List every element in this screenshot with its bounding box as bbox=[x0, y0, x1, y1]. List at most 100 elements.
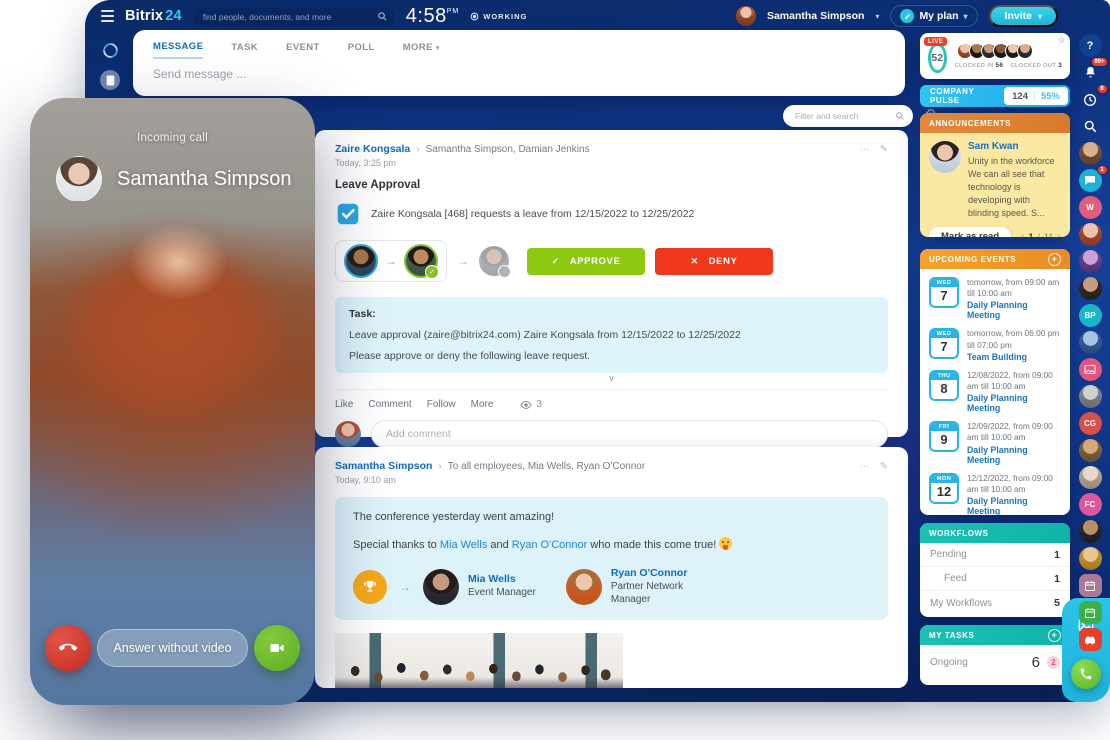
edit-pencil-icon[interactable]: ✎ bbox=[880, 461, 888, 472]
post-timestamp: Today, 3:25 pm bbox=[335, 158, 888, 168]
avatar-initials[interactable]: CG bbox=[1079, 412, 1102, 435]
pulse-spinner-icon[interactable] bbox=[100, 40, 120, 60]
workflows-widget: WORKFLOWS Pending 1 Feed 1 My Workflows … bbox=[920, 523, 1070, 617]
mention-link[interactable]: Ryan O'Connor bbox=[512, 539, 587, 551]
event-item[interactable]: FRI 9 12/09/2022, from 09:00 am till 10:… bbox=[920, 413, 1070, 464]
mark-as-read-button[interactable]: Mark as read bbox=[929, 227, 1011, 237]
comment-button[interactable]: Comment bbox=[368, 399, 411, 410]
event-title[interactable]: Daily Planning Meeting bbox=[967, 300, 1061, 320]
tab-event[interactable]: EVENT bbox=[286, 42, 320, 58]
workflow-row-pending[interactable]: Pending 1 bbox=[920, 543, 1070, 567]
avatar-initials[interactable]: FC bbox=[1079, 493, 1102, 516]
avatar-initials[interactable]: BP bbox=[1079, 304, 1102, 327]
post-header: Samantha Simpson › To all employees, Mia… bbox=[335, 460, 888, 472]
tab-message[interactable]: MESSAGE bbox=[153, 41, 203, 59]
post-author-link[interactable]: Samantha Simpson bbox=[335, 460, 432, 472]
event-title[interactable]: Daily Planning Meeting bbox=[967, 393, 1061, 413]
avatar[interactable] bbox=[1079, 385, 1102, 408]
media-icon[interactable] bbox=[1079, 358, 1102, 381]
help-icon[interactable]: ? bbox=[1079, 34, 1102, 57]
feed-filter bbox=[783, 105, 913, 127]
event-item[interactable]: WED 7 tomorrow, from 06:00 pm till 07:00… bbox=[920, 320, 1070, 361]
hamburger-menu-icon[interactable] bbox=[101, 10, 114, 22]
more-button[interactable]: More bbox=[471, 399, 494, 410]
calendar-icon[interactable] bbox=[1079, 574, 1102, 597]
messenger-icon[interactable]: 1 bbox=[1079, 169, 1102, 192]
gear-icon[interactable]: ⚙ bbox=[1058, 36, 1065, 45]
answer-without-video-button[interactable]: Answer without video bbox=[97, 629, 247, 667]
clock-in-widget[interactable]: LIVE ⚙ 52 CLOCKED IN 56 CLOCKED OUT 3 bbox=[920, 33, 1070, 79]
tab-poll[interactable]: POLL bbox=[348, 42, 375, 58]
global-search-input[interactable] bbox=[193, 7, 395, 26]
notifications-bell-icon[interactable]: 99+ bbox=[1079, 61, 1102, 84]
phone-call-button[interactable] bbox=[1071, 659, 1101, 689]
add-task-button[interactable]: + bbox=[1048, 629, 1061, 642]
work-timer[interactable]: 4:58PM bbox=[406, 5, 459, 28]
invite-button[interactable]: Invite▾ bbox=[989, 5, 1058, 27]
person-name[interactable]: Ryan O'Connor bbox=[611, 567, 701, 579]
person-card[interactable]: Ryan O'Connor Partner Network Manager bbox=[566, 567, 701, 606]
post-recipients[interactable]: Samantha Simpson, Damian Jenkins bbox=[426, 144, 590, 155]
tasks-icon[interactable] bbox=[100, 70, 120, 90]
decline-call-button[interactable] bbox=[45, 625, 91, 671]
more-menu-icon[interactable]: ··· bbox=[860, 461, 870, 472]
tasks-row-ongoing[interactable]: Ongoing 6 2 bbox=[920, 645, 1070, 671]
person-card[interactable]: Mia Wells Event Manager bbox=[423, 569, 536, 605]
avatar[interactable] bbox=[1079, 223, 1102, 246]
deny-button[interactable]: ✕ DENY bbox=[655, 248, 773, 275]
event-item[interactable]: MON 12 12/12/2022, from 09:00 am till 10… bbox=[920, 465, 1070, 516]
event-item[interactable]: THU 8 12/08/2022, from 09:00 am till 10:… bbox=[920, 362, 1070, 413]
person-role: Event Manager bbox=[468, 587, 536, 600]
avatar[interactable] bbox=[1079, 250, 1102, 273]
event-title[interactable]: Team Building bbox=[967, 352, 1061, 362]
avatar-initials[interactable]: W bbox=[1079, 196, 1102, 219]
avatar[interactable] bbox=[1079, 520, 1102, 543]
avatar[interactable] bbox=[1079, 331, 1102, 354]
announcement-author[interactable]: Sam Kwan bbox=[968, 141, 1061, 152]
collapse-chevron-icon[interactable]: ∨ bbox=[335, 373, 888, 385]
avatar[interactable] bbox=[1079, 142, 1102, 165]
chevron-down-icon[interactable]: ▾ bbox=[875, 12, 879, 21]
avatar[interactable] bbox=[1079, 466, 1102, 489]
announcement-item[interactable]: Sam Kwan Unity in the workforce We can a… bbox=[920, 133, 1070, 220]
event-item[interactable]: WED 7 tomorrow, from 09:00 am till 10:00… bbox=[920, 269, 1070, 320]
tab-task[interactable]: TASK bbox=[231, 42, 258, 58]
more-menu-icon[interactable]: ··· bbox=[860, 144, 870, 155]
tab-more[interactable]: MORE ▾ bbox=[403, 42, 440, 58]
search-icon[interactable] bbox=[1079, 115, 1102, 138]
avatar[interactable] bbox=[1079, 547, 1102, 570]
feed-filter-input[interactable] bbox=[783, 105, 913, 127]
approve-button[interactable]: ✓ APPROVE bbox=[527, 248, 645, 275]
prev-arrow-icon[interactable]: ‹ bbox=[1021, 231, 1025, 237]
add-comment-input[interactable] bbox=[371, 420, 888, 448]
accept-video-call-button[interactable] bbox=[254, 625, 300, 671]
app-logo[interactable]: Bitrix24 bbox=[125, 8, 182, 24]
like-button[interactable]: Like bbox=[335, 399, 353, 410]
attached-group-photo[interactable] bbox=[335, 633, 623, 688]
event-title[interactable]: Daily Planning Meeting bbox=[967, 496, 1061, 515]
car-icon[interactable] bbox=[1079, 628, 1102, 651]
avatar[interactable] bbox=[1079, 439, 1102, 462]
person-name[interactable]: Mia Wells bbox=[468, 573, 536, 585]
mention-link[interactable]: Mia Wells bbox=[440, 539, 487, 551]
event-title[interactable]: Daily Planning Meeting bbox=[967, 445, 1061, 465]
calendar-icon[interactable] bbox=[1079, 601, 1102, 624]
edit-pencil-icon[interactable]: ✎ bbox=[880, 144, 888, 155]
task-heading: Task: bbox=[349, 308, 874, 320]
post-recipients[interactable]: To all employees, Mia Wells, Ryan O'Conn… bbox=[448, 461, 645, 472]
working-status[interactable]: WORKING bbox=[470, 12, 527, 21]
avatar[interactable] bbox=[1079, 277, 1102, 300]
follow-button[interactable]: Follow bbox=[427, 399, 456, 410]
add-event-button[interactable]: + bbox=[1048, 253, 1061, 266]
person-role: Partner Network Manager bbox=[611, 581, 701, 606]
next-arrow-icon[interactable]: › bbox=[1057, 231, 1061, 237]
post-author-link[interactable]: Zaire Kongsala bbox=[335, 143, 410, 155]
workflow-row-my-workflows[interactable]: My Workflows 5 bbox=[920, 591, 1070, 615]
workflow-row-feed[interactable]: Feed 1 bbox=[920, 567, 1070, 591]
user-name[interactable]: Samantha Simpson bbox=[767, 10, 864, 22]
user-avatar[interactable] bbox=[736, 6, 756, 26]
send-message-input[interactable] bbox=[153, 67, 885, 81]
my-plan-button[interactable]: My plan▾ bbox=[890, 5, 977, 27]
history-clock-icon[interactable]: 8 bbox=[1079, 88, 1102, 111]
company-pulse-widget[interactable]: COMPANY PULSE 124 55% bbox=[920, 85, 1070, 107]
